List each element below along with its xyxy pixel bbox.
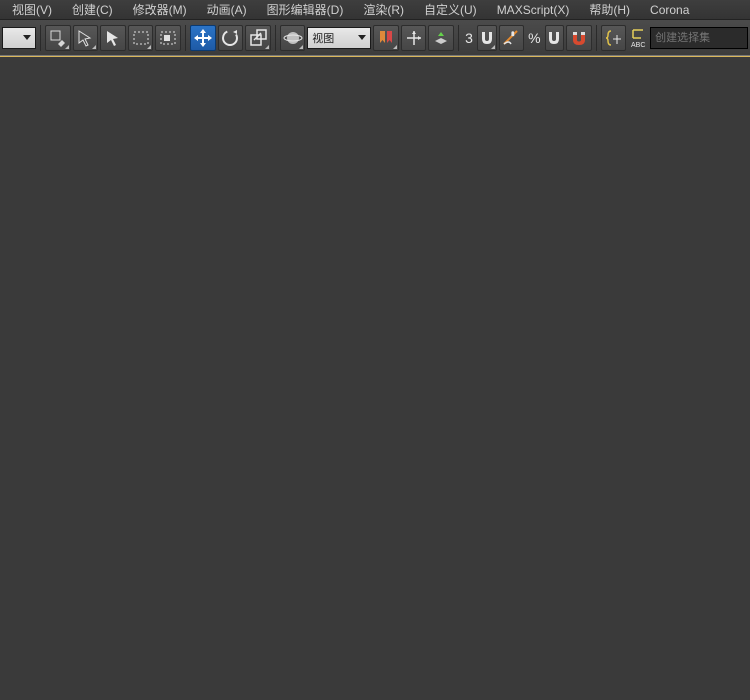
chevron-down-icon	[358, 35, 366, 40]
snap-toggle-button[interactable]	[477, 25, 497, 51]
selection-filter-dropdown[interactable]	[2, 27, 36, 49]
cursor-fill-icon	[104, 29, 122, 47]
separator	[596, 25, 597, 51]
flyout-indicator-icon	[393, 45, 397, 49]
menu-view[interactable]: 视图(V)	[2, 0, 62, 20]
move-button[interactable]	[190, 25, 216, 51]
axis-constraints-button[interactable]	[401, 25, 427, 51]
move-icon	[193, 28, 213, 48]
marquee-window-icon	[159, 29, 177, 47]
flyout-indicator-icon	[92, 45, 96, 49]
angle-snap-icon	[501, 28, 521, 48]
menubar: 视图(V) 创建(C) 修改器(M) 动画(A) 图形编辑器(D) 渲染(R) …	[0, 0, 750, 20]
snap-spinner-value: 3	[463, 30, 475, 46]
select-object-button[interactable]	[45, 25, 71, 51]
rotate-icon	[220, 28, 240, 48]
flyout-indicator-icon	[299, 45, 303, 49]
menu-graph-editors[interactable]: 图形编辑器(D)	[257, 0, 354, 20]
menu-rendering[interactable]: 渲染(R)	[353, 0, 414, 20]
angle-snap-button[interactable]	[499, 25, 525, 51]
flyout-indicator-icon	[65, 45, 69, 49]
separator	[40, 25, 41, 51]
svg-text:ABC: ABC	[631, 42, 645, 48]
rectangular-region-button[interactable]	[128, 25, 154, 51]
edit-named-selection-button[interactable]	[601, 25, 627, 51]
scale-button[interactable]	[245, 25, 271, 51]
separator	[275, 25, 276, 51]
menu-help[interactable]: 帮助(H)	[579, 0, 640, 20]
select-by-name-button[interactable]	[73, 25, 99, 51]
flyout-indicator-icon	[265, 45, 269, 49]
use-pivot-center-button[interactable]	[280, 25, 306, 51]
main-toolbar: 视图 3	[0, 20, 750, 56]
menu-modifiers[interactable]: 修改器(M)	[123, 0, 197, 20]
percent-snap-button[interactable]	[545, 25, 565, 51]
menu-create[interactable]: 创建(C)	[62, 0, 123, 20]
separator	[458, 25, 459, 51]
mirror-abc-icon: ABC	[629, 28, 647, 48]
spinner-snap-button[interactable]	[566, 25, 592, 51]
layers-button[interactable]	[428, 25, 454, 51]
viewport[interactable]	[0, 57, 750, 700]
align-button[interactable]	[373, 25, 399, 51]
menu-maxscript[interactable]: MAXScript(X)	[487, 0, 580, 20]
menu-animation[interactable]: 动画(A)	[197, 0, 257, 20]
mirror-button[interactable]: ABC	[628, 25, 648, 51]
chevron-down-icon	[23, 35, 31, 40]
reference-coord-dropdown[interactable]: 视图	[307, 27, 371, 49]
separator	[185, 25, 186, 51]
window-crossing-button[interactable]	[155, 25, 181, 51]
named-selection-set-input[interactable]	[650, 27, 748, 49]
curly-brace-icon	[605, 29, 623, 47]
percent-symbol: %	[526, 30, 542, 46]
menu-customize[interactable]: 自定义(U)	[414, 0, 487, 20]
layers-up-icon	[432, 29, 450, 47]
menu-corona[interactable]: Corona	[640, 0, 699, 20]
rotate-button[interactable]	[218, 25, 244, 51]
select-button[interactable]	[100, 25, 126, 51]
flyout-indicator-icon	[491, 45, 495, 49]
flyout-indicator-icon	[147, 45, 151, 49]
magnet-color-icon	[570, 29, 588, 47]
magnet-icon	[546, 29, 562, 47]
reference-coord-label: 视图	[312, 30, 334, 46]
axis-cross-icon	[405, 29, 423, 47]
